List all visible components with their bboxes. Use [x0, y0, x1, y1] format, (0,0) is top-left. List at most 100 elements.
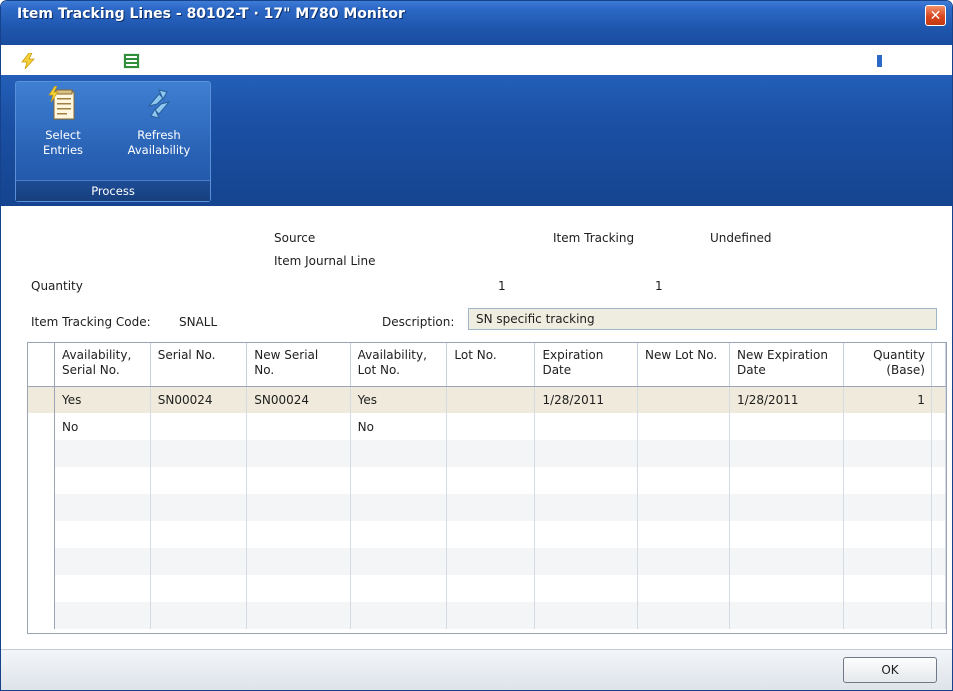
- table-cell[interactable]: [446, 413, 536, 440]
- table-cell[interactable]: SN00024: [150, 386, 248, 413]
- empty-table-row[interactable]: [28, 602, 946, 629]
- table-cell[interactable]: [150, 521, 248, 548]
- empty-table-row[interactable]: [28, 521, 946, 548]
- select-entries-button[interactable]: Select Entries: [38, 86, 88, 158]
- table-cell[interactable]: [246, 575, 351, 602]
- table-cell[interactable]: [54, 602, 151, 629]
- column-header-lot-no[interactable]: Lot No.: [446, 343, 536, 387]
- close-button[interactable]: ✕: [925, 5, 946, 26]
- table-cell[interactable]: [350, 467, 448, 494]
- table-cell[interactable]: [843, 440, 932, 467]
- table-cell[interactable]: [534, 575, 638, 602]
- table-cell[interactable]: [637, 602, 731, 629]
- table-cell[interactable]: [534, 440, 638, 467]
- description-field[interactable]: SN specific tracking: [468, 308, 937, 330]
- actions-menu[interactable]: Actions ▼: [21, 49, 102, 73]
- table-cell[interactable]: No: [350, 413, 448, 440]
- table-cell[interactable]: [534, 467, 638, 494]
- empty-table-row[interactable]: [28, 494, 946, 521]
- table-cell[interactable]: [350, 521, 448, 548]
- table-cell[interactable]: [150, 548, 248, 575]
- table-cell[interactable]: [246, 413, 351, 440]
- table-cell[interactable]: [446, 440, 536, 467]
- title-bar[interactable]: Item Tracking Lines - 80102-T · 17" M780…: [1, 1, 952, 45]
- table-cell[interactable]: [534, 548, 638, 575]
- column-header-new-expiration-date[interactable]: New Expiration Date: [729, 343, 845, 387]
- table-cell[interactable]: SN00024: [246, 386, 351, 413]
- item-tracking-grid[interactable]: Availability, Serial No. Serial No. New S…: [27, 342, 947, 634]
- column-header-availability-serial-no[interactable]: Availability, Serial No.: [54, 343, 151, 387]
- row-selector[interactable]: [28, 548, 56, 575]
- table-cell[interactable]: [843, 575, 932, 602]
- table-cell[interactable]: 1: [843, 386, 932, 413]
- table-cell[interactable]: [446, 575, 536, 602]
- table-cell[interactable]: [729, 548, 845, 575]
- table-cell[interactable]: [246, 602, 351, 629]
- empty-table-row[interactable]: [28, 440, 946, 467]
- table-cell[interactable]: No: [54, 413, 151, 440]
- row-selector[interactable]: [28, 494, 56, 521]
- ok-button[interactable]: OK: [843, 657, 937, 683]
- column-header-quantity-base[interactable]: Quantity (Base): [843, 343, 932, 387]
- row-selector[interactable]: [28, 521, 56, 548]
- empty-table-row[interactable]: [28, 467, 946, 494]
- table-cell[interactable]: [246, 548, 351, 575]
- table-cell[interactable]: [534, 494, 638, 521]
- table-cell[interactable]: [246, 440, 351, 467]
- table-cell[interactable]: [446, 521, 536, 548]
- refresh-availability-button[interactable]: Refresh Availability: [120, 86, 198, 158]
- table-cell[interactable]: [350, 440, 448, 467]
- row-selector[interactable]: [28, 467, 56, 494]
- table-cell[interactable]: [729, 602, 845, 629]
- column-header-expiration-date[interactable]: Expiration Date: [534, 343, 638, 387]
- table-cell[interactable]: [637, 521, 731, 548]
- table-cell[interactable]: [246, 521, 351, 548]
- empty-table-row[interactable]: [28, 548, 946, 575]
- table-cell[interactable]: [446, 386, 536, 413]
- table-cell[interactable]: [637, 575, 731, 602]
- table-cell[interactable]: [637, 467, 731, 494]
- table-cell[interactable]: [350, 602, 448, 629]
- table-cell[interactable]: [843, 494, 932, 521]
- table-cell[interactable]: [54, 521, 151, 548]
- table-cell[interactable]: [150, 602, 248, 629]
- table-cell[interactable]: [843, 602, 932, 629]
- table-cell[interactable]: [54, 575, 151, 602]
- table-cell[interactable]: 1/28/2011: [534, 386, 638, 413]
- table-cell[interactable]: [350, 548, 448, 575]
- table-cell[interactable]: [246, 494, 351, 521]
- table-cell[interactable]: [729, 521, 845, 548]
- table-cell[interactable]: [150, 413, 248, 440]
- table-cell[interactable]: [446, 494, 536, 521]
- table-cell[interactable]: [534, 413, 638, 440]
- related-information-menu[interactable]: Related Information ▼: [123, 49, 277, 73]
- table-cell[interactable]: [729, 494, 845, 521]
- column-header-new-lot-no[interactable]: New Lot No.: [637, 343, 731, 387]
- table-row[interactable]: Yes SN00024 SN00024 Yes 1/28/2011 1/28/2…: [28, 386, 946, 413]
- table-cell[interactable]: [729, 440, 845, 467]
- column-header-serial-no[interactable]: Serial No.: [150, 343, 248, 387]
- row-selector[interactable]: [28, 602, 56, 629]
- row-selector[interactable]: [28, 575, 56, 602]
- table-cell[interactable]: [150, 440, 248, 467]
- table-cell[interactable]: [637, 548, 731, 575]
- table-cell[interactable]: [54, 440, 151, 467]
- table-cell[interactable]: [446, 548, 536, 575]
- table-cell[interactable]: [637, 494, 731, 521]
- table-cell[interactable]: [446, 602, 536, 629]
- table-cell[interactable]: [350, 575, 448, 602]
- table-cell[interactable]: [637, 440, 731, 467]
- table-cell[interactable]: [246, 467, 351, 494]
- table-cell[interactable]: [637, 386, 731, 413]
- table-cell[interactable]: [729, 575, 845, 602]
- row-selector[interactable]: [28, 440, 56, 467]
- row-selector[interactable]: [28, 413, 56, 440]
- table-cell[interactable]: [637, 413, 731, 440]
- table-row[interactable]: No No: [28, 413, 946, 440]
- table-cell[interactable]: [54, 494, 151, 521]
- table-cell[interactable]: [446, 467, 536, 494]
- table-cell[interactable]: [729, 413, 845, 440]
- table-cell[interactable]: [534, 521, 638, 548]
- empty-table-row[interactable]: [28, 575, 946, 602]
- help-menu[interactable]: ? ▼: [906, 49, 935, 73]
